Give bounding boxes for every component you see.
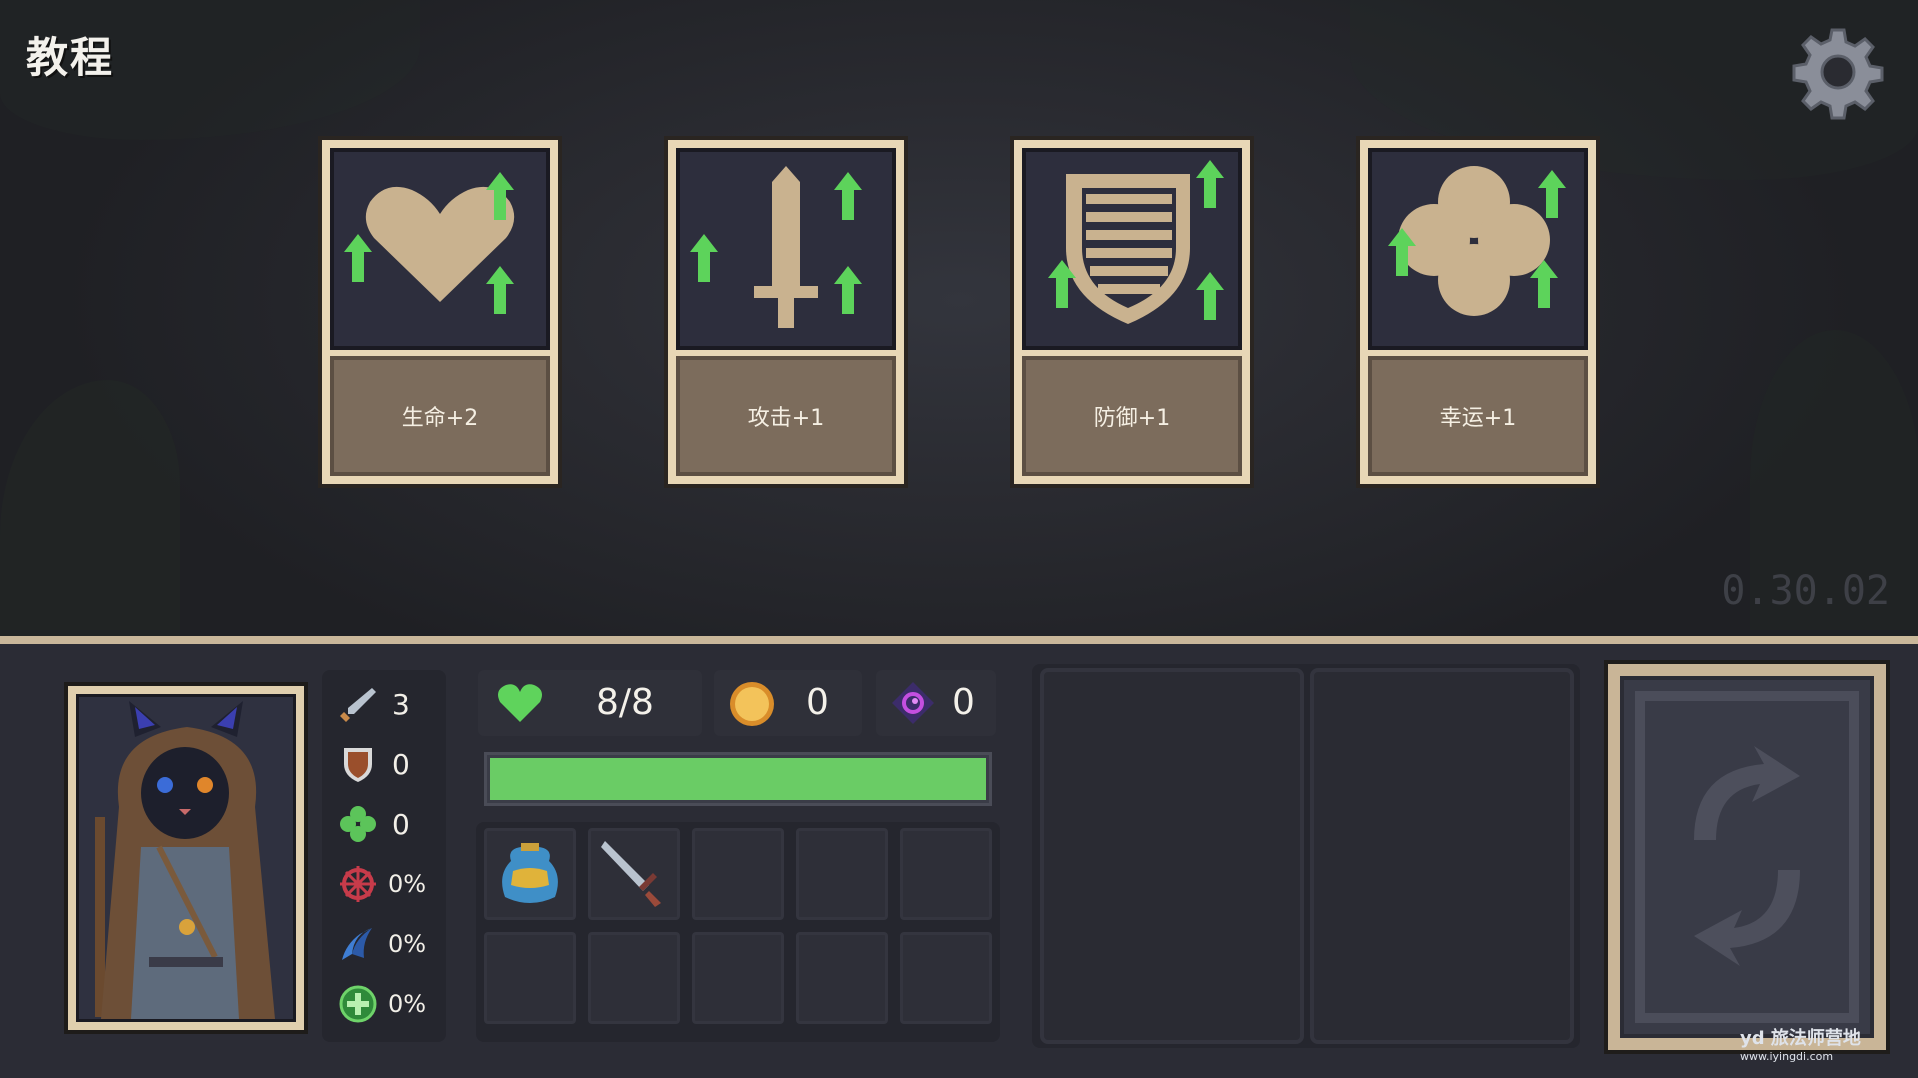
stat-heal: 0% bbox=[330, 979, 442, 1029]
refresh-icon bbox=[1694, 746, 1800, 966]
crit-value: 0% bbox=[388, 870, 427, 898]
health-value: 8/8 bbox=[596, 682, 654, 723]
settings-button[interactable] bbox=[1790, 24, 1886, 120]
stat-crit: 0% bbox=[330, 859, 442, 909]
card-label: 攻击+1 bbox=[676, 356, 896, 476]
soul-value: 0 bbox=[952, 682, 975, 723]
dodge-value: 0% bbox=[388, 930, 427, 958]
health-bar-fill bbox=[490, 758, 986, 800]
coin-icon bbox=[730, 682, 774, 726]
dodge-icon bbox=[342, 928, 372, 960]
inventory-slot[interactable] bbox=[588, 932, 680, 1024]
watermark-logo: yd 旅法师营地 www.iyingdi.com bbox=[1740, 1028, 1861, 1063]
clover-icon bbox=[340, 806, 376, 842]
heal-icon bbox=[339, 985, 377, 1023]
clover-icon bbox=[1398, 166, 1550, 316]
inventory-slot[interactable] bbox=[900, 932, 992, 1024]
card-luck[interactable]: 幸运+1 bbox=[1356, 136, 1600, 488]
reroll-button[interactable] bbox=[1604, 660, 1890, 1054]
card-label: 幸运+1 bbox=[1368, 356, 1588, 476]
heart-icon bbox=[498, 684, 542, 722]
equipment-slot[interactable] bbox=[1310, 668, 1574, 1044]
character-portrait[interactable] bbox=[64, 682, 308, 1034]
sword-icon bbox=[754, 166, 818, 328]
defense-value: 0 bbox=[392, 747, 410, 781]
stat-defense: 0 bbox=[330, 739, 442, 789]
card-defense[interactable]: 防御+1 bbox=[1010, 136, 1254, 488]
card-label: 生命+2 bbox=[330, 356, 550, 476]
stat-attack: 3 bbox=[330, 679, 442, 729]
pouch-icon bbox=[502, 843, 558, 903]
stat-luck: 0 bbox=[330, 799, 442, 849]
inventory-slot[interactable] bbox=[796, 932, 888, 1024]
inventory-slot[interactable] bbox=[900, 828, 992, 920]
soul-counter: 0 bbox=[876, 670, 996, 736]
heart-icon bbox=[365, 186, 515, 302]
card-attack[interactable]: 攻击+1 bbox=[664, 136, 908, 488]
character-image bbox=[76, 694, 296, 1022]
health-counter: 8/8 bbox=[478, 670, 702, 736]
reroll-card-back bbox=[1620, 676, 1874, 1038]
inventory-slot[interactable] bbox=[692, 932, 784, 1024]
crit-icon bbox=[340, 866, 376, 902]
version-label: 0.30.02 bbox=[1721, 568, 1890, 614]
gold-value: 0 bbox=[806, 682, 829, 723]
shield-icon bbox=[1066, 174, 1190, 324]
card-label: 防御+1 bbox=[1022, 356, 1242, 476]
card-art bbox=[1368, 148, 1588, 350]
scene-background: 教程 0.30.02 bbox=[0, 0, 1918, 636]
attack-value: 3 bbox=[392, 687, 410, 721]
page-title: 教程 bbox=[26, 33, 115, 82]
equipment-slot[interactable] bbox=[1040, 668, 1304, 1044]
foliage-left bbox=[0, 380, 180, 636]
card-health[interactable]: 生命+2 bbox=[318, 136, 562, 488]
inventory-slot[interactable] bbox=[484, 828, 576, 920]
shield-icon bbox=[344, 748, 372, 782]
gear-icon bbox=[1792, 28, 1884, 120]
heal-value: 0% bbox=[388, 990, 427, 1018]
inventory-slot[interactable] bbox=[692, 828, 784, 920]
card-art bbox=[1022, 148, 1242, 350]
gold-counter: 0 bbox=[714, 670, 862, 736]
card-art bbox=[330, 148, 550, 350]
health-bar bbox=[484, 752, 992, 806]
luck-value: 0 bbox=[392, 807, 410, 841]
sword-icon bbox=[340, 688, 376, 722]
soul-gem-icon bbox=[892, 682, 934, 724]
inventory-slot[interactable] bbox=[588, 828, 680, 920]
dagger-icon bbox=[601, 841, 661, 907]
stat-dodge: 0% bbox=[330, 919, 442, 969]
inventory-slot[interactable] bbox=[484, 932, 576, 1024]
inventory-slot[interactable] bbox=[796, 828, 888, 920]
card-art bbox=[676, 148, 896, 350]
